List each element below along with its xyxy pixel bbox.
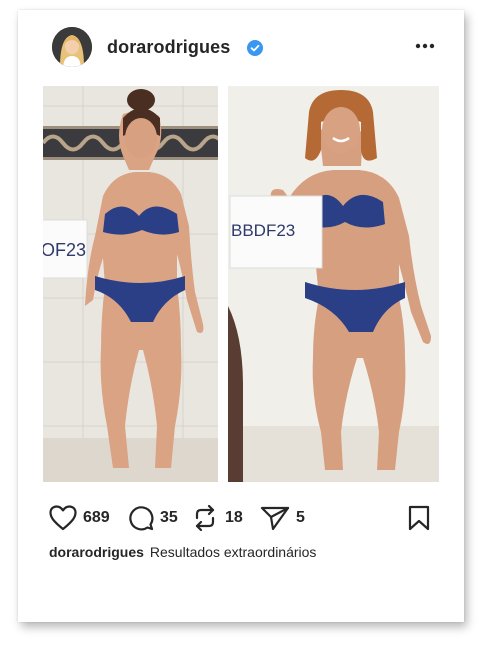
before-after-image: OF23 BBDF23 bbox=[43, 86, 439, 482]
like-count: 689 bbox=[83, 509, 110, 526]
comment-count: 35 bbox=[160, 509, 178, 526]
repost-button[interactable]: 18 bbox=[191, 498, 243, 538]
avatar[interactable] bbox=[52, 27, 92, 67]
post-photo[interactable]: OF23 BBDF23 bbox=[43, 86, 439, 482]
caption-username[interactable]: dorarodrigues bbox=[49, 544, 144, 560]
more-dots-icon[interactable] bbox=[414, 38, 436, 54]
action-bar: 689 35 18 5 bbox=[18, 498, 464, 538]
share-count: 5 bbox=[296, 509, 305, 526]
like-button[interactable]: 689 bbox=[49, 498, 110, 538]
left-sign-text: OF23 bbox=[43, 240, 86, 260]
avatar-image bbox=[52, 27, 92, 67]
send-paper-plane-icon bbox=[260, 506, 290, 531]
verified-badge-icon bbox=[247, 40, 263, 56]
comment-bubble-icon bbox=[129, 506, 154, 531]
repost-count: 18 bbox=[225, 509, 243, 526]
share-button[interactable]: 5 bbox=[260, 498, 305, 538]
bookmark-icon[interactable] bbox=[407, 505, 431, 531]
left-photo-panel: OF23 bbox=[43, 86, 225, 482]
post-header: dorarodrigues bbox=[18, 10, 464, 86]
post-username[interactable]: dorarodrigues bbox=[107, 37, 230, 58]
heart-icon bbox=[49, 505, 77, 531]
repost-arrows-icon bbox=[195, 504, 215, 532]
caption-text: Resultados extraordinários bbox=[149, 544, 317, 560]
right-sign-text: BBDF23 bbox=[231, 221, 295, 240]
post-caption: dorarodrigues Resultados extraordinários bbox=[49, 544, 316, 560]
post-card: dorarodrigues OF23 BBDF23 689 35 18 5 do… bbox=[18, 10, 464, 622]
right-photo-panel: BBDF23 bbox=[228, 86, 439, 482]
comment-button[interactable]: 35 bbox=[128, 498, 178, 538]
